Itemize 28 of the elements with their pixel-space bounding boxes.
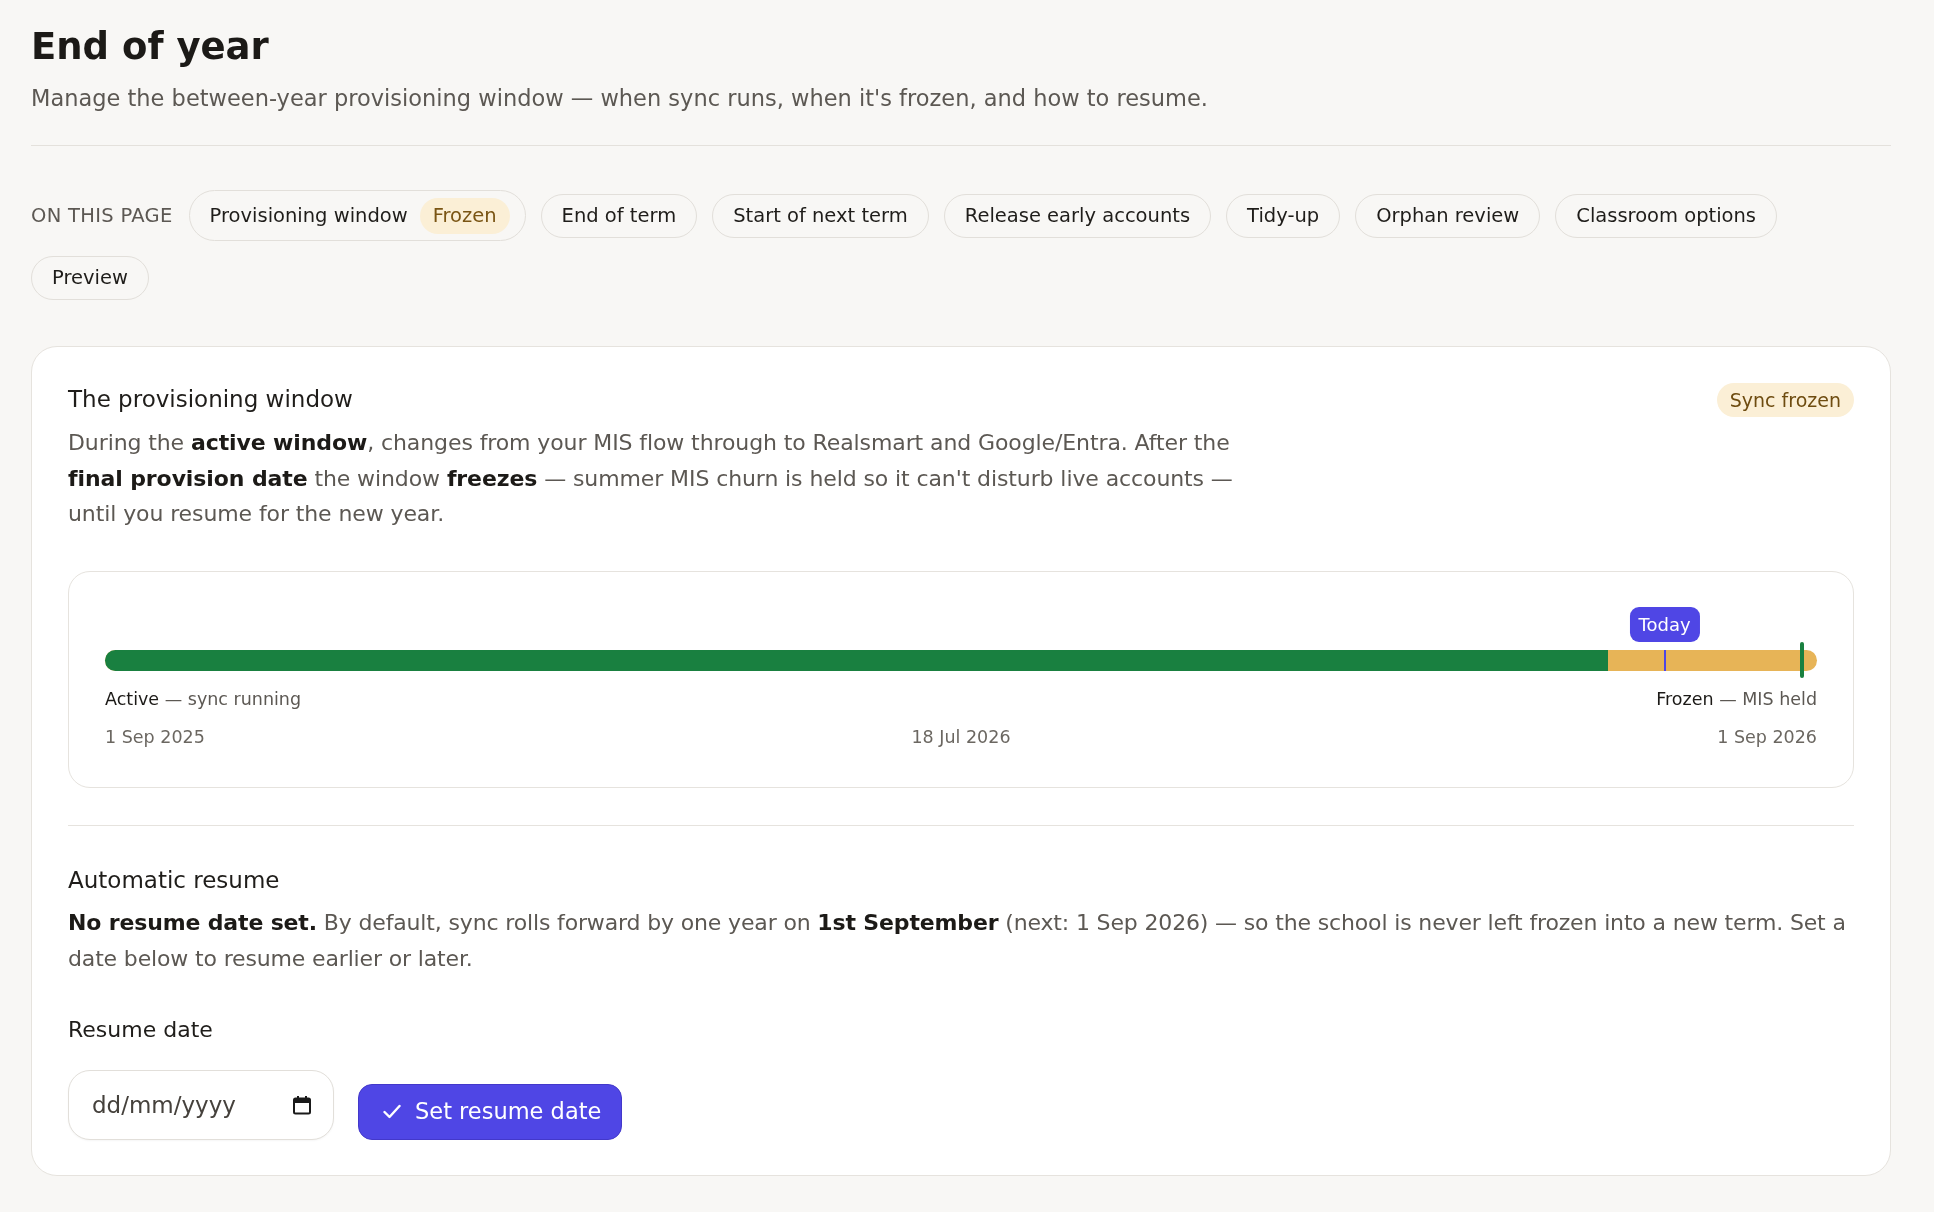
section-title: The provisioning window: [68, 385, 353, 414]
date-label: 18 Jul 2026: [911, 725, 1011, 749]
calendar-icon: [292, 1094, 312, 1115]
anchor-link[interactable]: Provisioning window Frozen: [188, 190, 526, 241]
section-title: Automatic resume: [68, 865, 281, 895]
anchor-link[interactable]: Release early accounts: [943, 193, 1212, 238]
anchor-link[interactable]: Preview: [31, 256, 149, 300]
legend-text: Active — sync running: [105, 687, 302, 711]
check-icon: [383, 1104, 401, 1119]
anchor-link[interactable]: Start of next term: [712, 193, 929, 238]
status-badge: Frozen: [419, 197, 510, 234]
page-title: End of year: [31, 24, 270, 70]
date-label: 1 Sep 2025: [105, 725, 205, 749]
today-label: Today: [1629, 606, 1700, 642]
anchor-link[interactable]: Classroom options: [1555, 193, 1778, 238]
field-label: Resume date: [68, 1015, 214, 1044]
legend-text: Frozen — MIS held: [1656, 687, 1817, 711]
section-label: ON THIS PAGE: [31, 202, 173, 229]
status-badge: Sync frozen: [1716, 383, 1854, 417]
anchor-link[interactable]: End of term: [540, 193, 698, 238]
section-description: During the active window, changes from your MIS flow through to Realsmart and Google/Entra. After the final provision date the window freezes — summer MIS churn is held so it can't disturb live accounts — until you resume for the new year.: [68, 429, 1234, 528]
section-description: No resume date set. By default, sync rolls forward by one year on 1st September (next: 1 Sep 2026) — so the school is never left frozen into a new term. Set a date below to resume earlier or later.: [68, 908, 1847, 973]
date-input-field[interactable]: dd/mm/yyyy: [68, 1069, 334, 1140]
page-subtitle: Manage the between-year provisioning window — when sync runs, when it's frozen, and how to resume.: [31, 84, 1209, 113]
anchor-link[interactable]: Tidy-up: [1226, 193, 1341, 238]
date-label: 1 Sep 2026: [1717, 725, 1817, 749]
anchor-link[interactable]: Orphan review: [1355, 193, 1541, 238]
set-resume-date-button[interactable]: Set resume date: [358, 1083, 623, 1140]
